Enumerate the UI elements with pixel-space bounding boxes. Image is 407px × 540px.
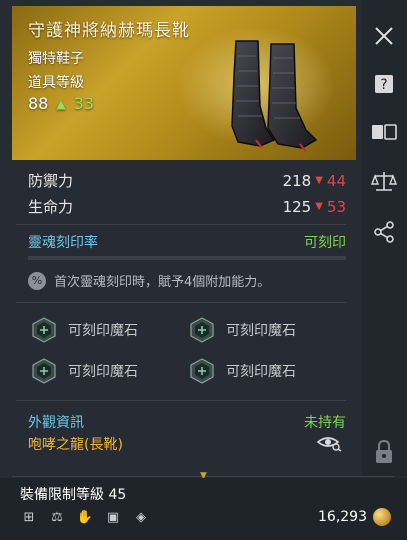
decrease-arrow-icon: ▼ — [315, 175, 323, 186]
coin-icon — [373, 508, 391, 526]
appearance-row: 外觀資訊 未持有 — [28, 412, 346, 432]
preview-eye-icon[interactable] — [316, 434, 342, 452]
share-button[interactable] — [366, 214, 402, 250]
hand-icon: ✋ — [76, 509, 94, 525]
manastone-slot-label: 可刻印魔石 — [226, 364, 296, 380]
manastone-slot-label: 可刻印魔石 — [226, 323, 296, 339]
stat-row-defense: 防禦力 218 ▼ 44 — [28, 170, 346, 191]
item-level-label: 道具等級 — [28, 75, 84, 91]
scale-icon — [371, 172, 397, 191]
trade-icon: ⚖ — [51, 509, 63, 525]
percent-icon: % — [28, 271, 46, 290]
appearance-status: 未持有 — [304, 415, 346, 431]
manastone-slot[interactable]: 可刻印魔石 — [188, 357, 296, 385]
divider — [16, 224, 346, 225]
close-icon — [375, 27, 393, 45]
boots-icon — [231, 40, 318, 153]
svg-text:?: ? — [380, 77, 387, 93]
lock-button[interactable] — [366, 434, 402, 470]
soul-engrave-label: 靈魂刻印率 — [28, 235, 98, 251]
help-button[interactable]: ? — [366, 66, 402, 102]
manastone-icon — [190, 317, 214, 343]
stat-delta: 44 — [326, 171, 346, 190]
card-icon: ▣ — [106, 509, 120, 525]
item-level-bonus: 33 — [73, 94, 94, 113]
stat-row-vitality: 生命力 125 ▼ 53 — [28, 196, 346, 217]
manastone-icon — [32, 358, 56, 384]
item-level-base: 88 — [28, 94, 49, 113]
divider — [16, 302, 346, 303]
manastone-slot[interactable]: 可刻印魔石 — [188, 316, 296, 344]
stat-label: 防禦力 — [28, 172, 74, 190]
storage-icon: ⊞ — [23, 509, 35, 525]
help-icon: ? — [375, 75, 393, 93]
divider — [16, 400, 346, 401]
item-rarity: 獨特鞋子 — [28, 51, 84, 67]
stat-value: 218 — [282, 171, 312, 190]
compare-button[interactable] — [366, 114, 402, 150]
item-tooltip-panel: 守護神將納赫瑪長靴 獨特鞋子 道具等級 88 ▲ 33 防禦力 218 ▼ 44… — [0, 0, 407, 540]
lock-icon — [376, 439, 392, 463]
appearance-label: 外觀資訊 — [28, 415, 84, 431]
scale-button[interactable] — [366, 164, 402, 200]
compare-icon — [372, 124, 397, 140]
stat-label: 生命力 — [28, 198, 74, 216]
decrease-arrow-icon: ▼ — [315, 201, 323, 212]
manastone-slot-label: 可刻印魔石 — [68, 364, 138, 380]
diamond-icon: ◈ — [136, 509, 146, 525]
item-price: 16,293 — [318, 508, 391, 526]
manastone-icon — [32, 317, 56, 343]
appearance-name: 咆哮之龍(長靴) — [28, 437, 123, 453]
share-icon — [374, 221, 394, 243]
soul-note: % 首次靈魂刻印時，賦予4個附加能力。 — [28, 271, 270, 290]
manastone-slot[interactable]: 可刻印魔石 — [30, 316, 138, 344]
soul-note-text: 首次靈魂刻印時，賦予4個附加能力。 — [54, 275, 271, 290]
soul-engrave-row: 靈魂刻印率 可刻印 — [28, 232, 346, 252]
manastone-slot[interactable]: 可刻印魔石 — [30, 357, 138, 385]
footer-icons: ⊞ ⚖ ✋ ▣ ◈ — [20, 508, 150, 526]
equip-requirement: 裝備限制等級 45 — [20, 487, 127, 503]
soul-engrave-status: 可刻印 — [304, 235, 346, 251]
stat-delta: 53 — [326, 197, 346, 216]
item-header: 守護神將納赫瑪長靴 獨特鞋子 道具等級 88 ▲ 33 — [12, 6, 356, 160]
item-title: 守護神將納赫瑪長靴 — [28, 21, 190, 41]
price-value: 16,293 — [318, 509, 367, 525]
manastone-slot-label: 可刻印魔石 — [68, 323, 138, 339]
item-level-row: 88 ▲ 33 — [28, 94, 94, 113]
stat-value: 125 — [282, 197, 312, 216]
soul-engrave-bar — [28, 256, 346, 260]
level-up-arrow-icon: ▲ — [56, 96, 66, 111]
manastone-icon — [190, 358, 214, 384]
close-button[interactable] — [366, 18, 402, 54]
